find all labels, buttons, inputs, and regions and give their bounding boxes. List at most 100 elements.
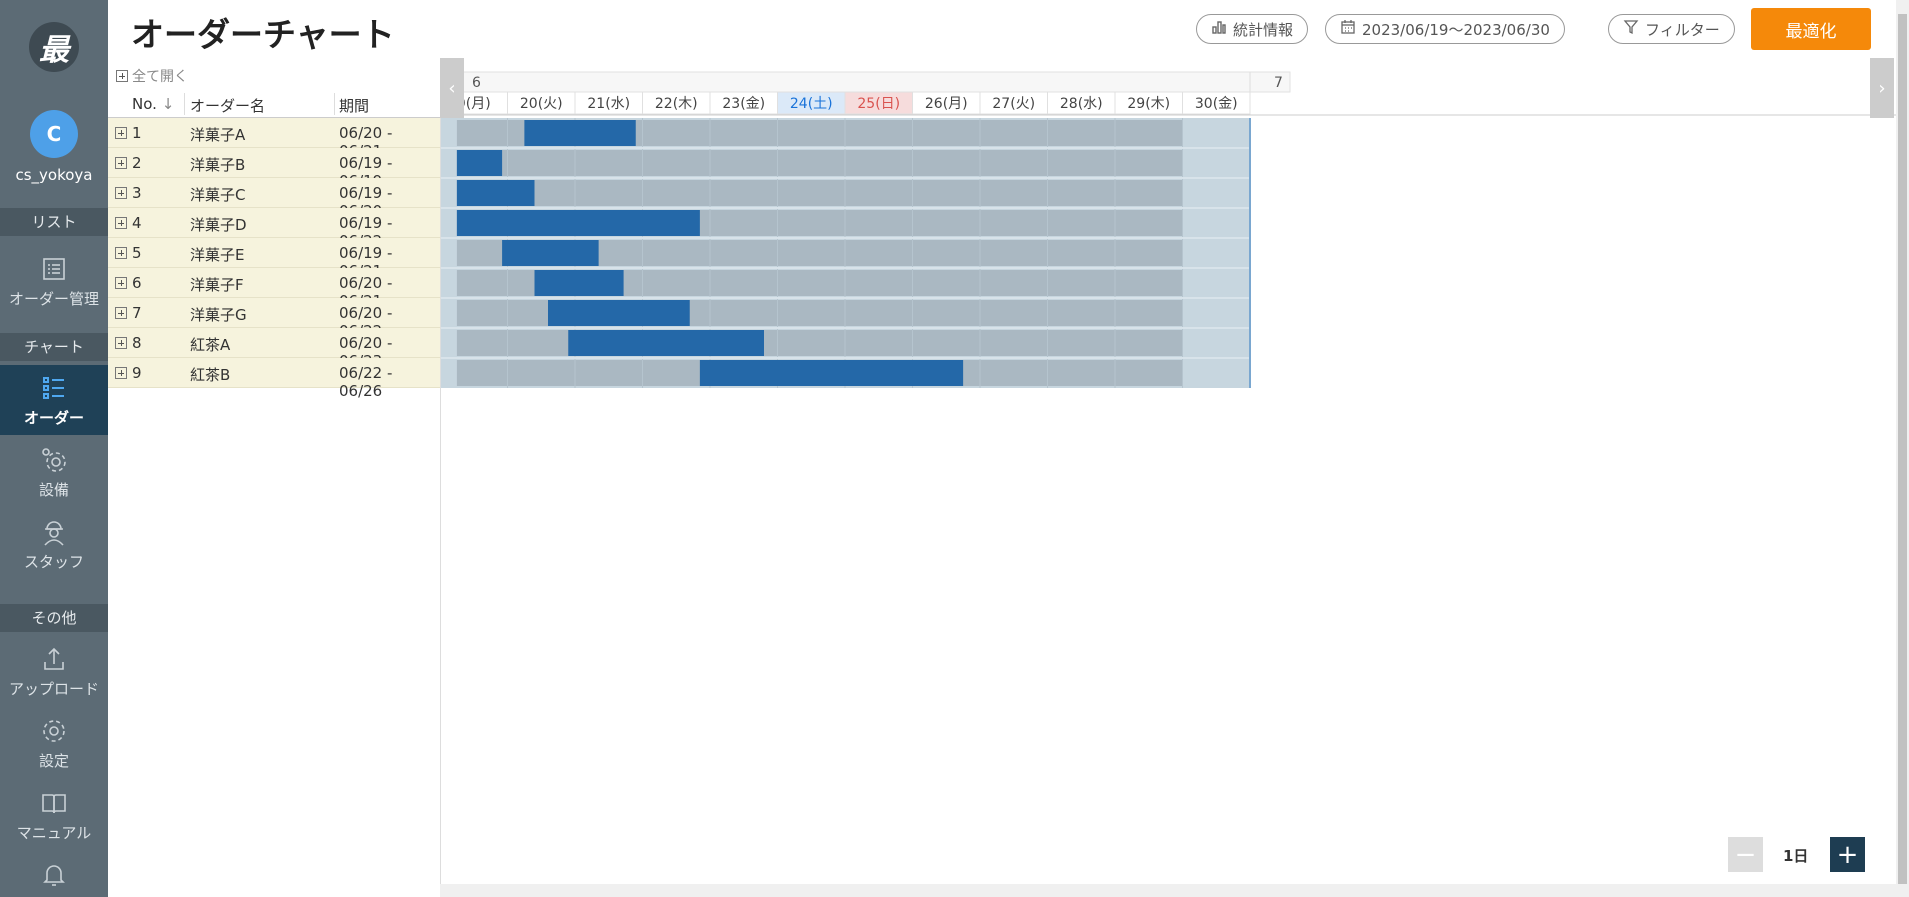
page-title: オーダーチャート <box>131 15 395 54</box>
schedule-shade <box>456 330 1183 356</box>
col-period-header[interactable]: 期間 <box>339 95 369 116</box>
order-bar[interactable] <box>456 180 535 206</box>
expand-row-icon[interactable] <box>115 307 127 319</box>
bell-icon <box>39 860 69 890</box>
nav-staff-label: スタッフ <box>23 553 84 571</box>
expand-row-icon[interactable] <box>115 277 127 289</box>
table-row[interactable]: 9 紅茶B 06/22 - 06/26 <box>108 358 440 400</box>
col-name-header[interactable]: オーダー名 <box>190 95 265 116</box>
table-row[interactable]: 2洋菓子B06/19 - 06/19 <box>108 148 440 190</box>
day-label: 22(木) <box>655 96 698 112</box>
day-label: 29(木) <box>1127 96 1170 112</box>
avatar-initial: C <box>46 122 62 146</box>
order-bar[interactable] <box>534 270 624 296</box>
expand-row-icon[interactable] <box>115 157 127 169</box>
optimize-button[interactable]: 最適化 <box>1751 8 1871 50</box>
calendar-icon <box>1340 19 1356 39</box>
nav-manual[interactable]: マニュアル <box>0 780 108 850</box>
user-avatar[interactable]: C <box>30 110 78 158</box>
plus-icon: + <box>1836 839 1859 870</box>
filter-button[interactable]: フィルター <box>1608 14 1735 44</box>
equipment-gear-icon <box>39 445 69 475</box>
zoom-out-button[interactable]: − <box>1728 837 1763 872</box>
nav-order-management-label: オーダー管理 <box>8 290 99 308</box>
day-label: 27(火) <box>992 96 1035 112</box>
nav-settings-label: 設定 <box>38 752 69 770</box>
day-label: 30(金) <box>1195 96 1238 112</box>
minus-icon: − <box>1734 839 1757 870</box>
table-row[interactable]: 1洋菓子A06/20 - 06/21 <box>108 118 440 160</box>
filter-icon <box>1623 19 1639 39</box>
expand-all-button[interactable]: 全て開く <box>116 66 188 86</box>
expand-row-icon[interactable] <box>115 217 127 229</box>
logo-text: 最 <box>39 33 69 68</box>
nav-equipment[interactable]: 設備 <box>0 437 108 507</box>
scrollbar-thumb[interactable] <box>1898 14 1907 884</box>
schedule-shade <box>456 150 1183 176</box>
date-range-label: 2023/06/19〜2023/06/30 <box>1362 20 1550 39</box>
order-bar[interactable] <box>548 300 690 326</box>
order-bar[interactable] <box>699 360 964 386</box>
order-bar[interactable] <box>456 150 503 176</box>
day-label: 21(水) <box>587 96 630 112</box>
stats-label: 統計情報 <box>1233 20 1294 39</box>
list-icon <box>39 254 69 284</box>
day-label: 23(金) <box>722 96 765 112</box>
order-bar[interactable] <box>524 120 636 146</box>
zoom-level: 1日 <box>1783 847 1809 865</box>
expand-row-icon[interactable] <box>115 187 127 199</box>
table-row[interactable]: 7洋菓子G06/20 - 06/22 <box>108 298 440 340</box>
section-other: その他 <box>0 604 108 632</box>
nav-order-chart[interactable]: オーダー <box>0 365 108 435</box>
expand-all-label: 全て開く <box>132 69 188 85</box>
table-row[interactable]: 8紅茶A06/20 - 06/23 <box>108 328 440 370</box>
nav-upload-label: アップロード <box>8 680 99 698</box>
day-label: 24(土) <box>790 96 833 112</box>
expand-row-icon[interactable] <box>115 367 127 379</box>
nav-order-chart-label: オーダー <box>23 409 84 427</box>
order-bar[interactable] <box>456 210 700 236</box>
nav-order-management[interactable]: オーダー管理 <box>0 246 108 316</box>
month-header <box>440 71 1291 93</box>
order-bar[interactable] <box>568 330 764 356</box>
table-row[interactable]: 6洋菓子F06/20 - 06/21 <box>108 268 440 310</box>
table-row[interactable]: 5洋菓子E06/19 - 06/21 <box>108 238 440 280</box>
column-divider <box>334 93 335 115</box>
column-divider <box>184 93 185 115</box>
gear-icon <box>39 716 69 746</box>
order-list-icon <box>39 373 69 403</box>
stats-button[interactable]: 統計情報 <box>1196 14 1309 44</box>
chevron-right-icon: › <box>1878 77 1886 99</box>
expand-icon <box>116 70 128 82</box>
table-header: No. ↓ オーダー名 期間 <box>108 91 440 118</box>
day-label: 28(水) <box>1060 96 1103 112</box>
staff-icon <box>39 517 69 547</box>
app-logo[interactable]: 最 <box>29 22 79 72</box>
expand-row-icon[interactable] <box>115 337 127 349</box>
gantt-scroll-right-button[interactable]: › <box>1870 58 1894 118</box>
section-chart: チャート <box>0 333 108 361</box>
sort-down-icon: ↓ <box>161 95 175 113</box>
nav-staff[interactable]: スタッフ <box>0 509 108 579</box>
vertical-scrollbar[interactable] <box>1896 0 1909 897</box>
gantt-chart: 6 79(月) 20(火) 21(水) 22(木) 23(金) 24(土) 25(日) 26(月… <box>440 58 1896 884</box>
month-label: 6 <box>472 75 481 91</box>
zoom-in-button[interactable]: + <box>1830 837 1865 872</box>
order-table-body: 1洋菓子A06/20 - 06/21 2洋菓子B06/19 - 06/19 3洋… <box>108 118 440 400</box>
date-range-button[interactable]: 2023/06/19〜2023/06/30 <box>1325 14 1565 44</box>
nav-upload[interactable]: アップロード <box>0 636 108 706</box>
table-row[interactable]: 3洋菓子C06/19 - 06/20 <box>108 178 440 220</box>
chevron-left-icon: ‹ <box>448 77 456 99</box>
expand-row-icon[interactable] <box>115 127 127 139</box>
schedule-shade <box>456 180 1183 206</box>
section-list: リスト <box>0 208 108 236</box>
order-bar[interactable] <box>502 240 599 266</box>
expand-row-icon[interactable] <box>115 247 127 259</box>
horizontal-scrollbar[interactable] <box>440 884 1896 897</box>
col-no-header[interactable]: No. ↓ <box>132 95 174 113</box>
nav-notifications[interactable] <box>0 852 108 897</box>
gantt-scroll-left-button[interactable]: ‹ <box>440 58 464 118</box>
table-row[interactable]: 4洋菓子D06/19 - 06/22 <box>108 208 440 250</box>
upload-icon <box>39 644 69 674</box>
nav-settings[interactable]: 設定 <box>0 708 108 778</box>
